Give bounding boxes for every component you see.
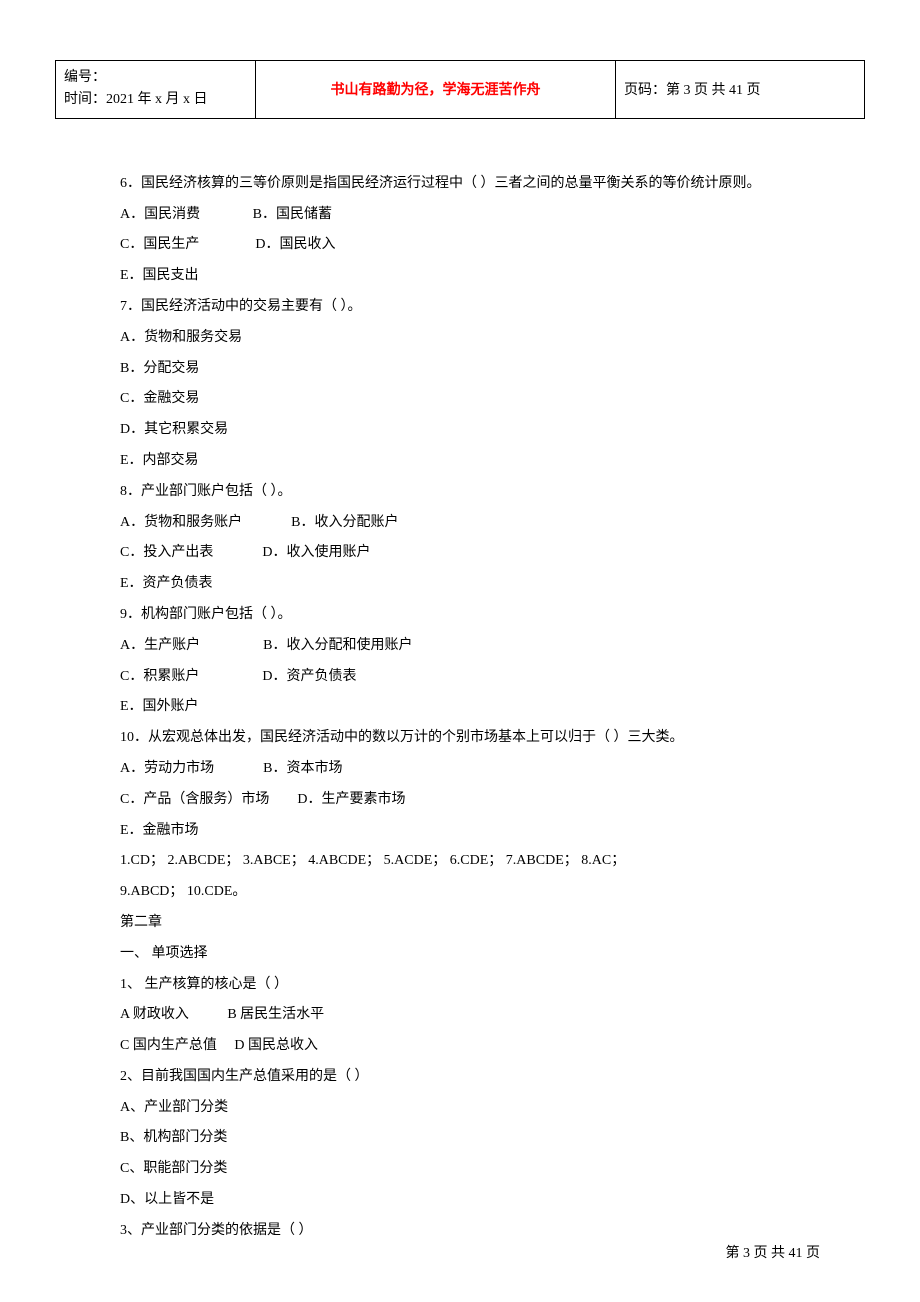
c2q2-option-b: B、机构部门分类 xyxy=(120,1123,845,1154)
q6-stem: 6．国民经济核算的三等价原则是指国民经济运行过程中（ ）三者之间的总量平衡关系的… xyxy=(120,169,845,200)
q6-option-d: D．国民收入 xyxy=(255,237,335,252)
q7-stem: 7．国民经济活动中的交易主要有（ ）。 xyxy=(120,292,845,323)
header-table: 编号： 时间：2021 年 x 月 x 日 书山有路勤为径，学海无涯苦作舟 页码… xyxy=(55,60,865,119)
q9-stem: 9．机构部门账户包括（ ）。 xyxy=(120,600,845,631)
c2q1-stem: 1、 生产核算的核心是（ ） xyxy=(120,970,845,1001)
q10-options-cd: C．产品（含服务）市场 D．生产要素市场 xyxy=(120,785,845,816)
c2q2-stem: 2、目前我国国内生产总值采用的是（ ） xyxy=(120,1062,845,1093)
q7-option-a: A．货物和服务交易 xyxy=(120,323,845,354)
q10-option-e: E．金融市场 xyxy=(120,816,845,847)
section1-title: 一、 单项选择 xyxy=(120,939,845,970)
q10-stem: 10．从宏观总体出发，国民经济活动中的数以万计的个别市场基本上可以归于（ ）三大… xyxy=(120,723,845,754)
q9-option-e: E．国外账户 xyxy=(120,692,845,723)
c2q1-options-cd: C 国内生产总值 D 国民总收入 xyxy=(120,1031,845,1062)
q8-option-d: D．收入使用账户 xyxy=(262,545,370,560)
c2q1-option-b: B 居民生活水平 xyxy=(227,1007,324,1022)
q6-option-a: A．国民消费 xyxy=(120,207,200,222)
q8-options-cd: C．投入产出表 D．收入使用账户 xyxy=(120,538,845,569)
q9-option-c: C．积累账户 xyxy=(120,669,199,684)
q10-option-a: A．劳动力市场 xyxy=(120,761,214,776)
q9-option-d: D．资产负债表 xyxy=(262,669,356,684)
q6-option-b: B．国民储蓄 xyxy=(253,207,332,222)
q10-option-d: D．生产要素市场 xyxy=(297,792,405,807)
c2q2-option-d: D、以上皆不是 xyxy=(120,1185,845,1216)
q9-options-ab: A．生产账户 B．收入分配和使用账户 xyxy=(120,631,845,662)
q9-options-cd: C．积累账户 D．资产负债表 xyxy=(120,662,845,693)
q8-options-ab: A．货物和服务账户 B．收入分配账户 xyxy=(120,508,845,539)
answers-line1: 1.CD； 2.ABCDE； 3.ABCE； 4.ABCDE； 5.ACDE； … xyxy=(120,846,845,877)
header-center-cell: 书山有路勤为径，学海无涯苦作舟 xyxy=(256,61,616,119)
q6-options-cd: C．国民生产 D．国民收入 xyxy=(120,230,845,261)
c2q1-option-d: D 国民总收入 xyxy=(234,1038,318,1053)
document-page: 编号： 时间：2021 年 x 月 x 日 书山有路勤为径，学海无涯苦作舟 页码… xyxy=(0,0,920,1302)
q9-option-b: B．收入分配和使用账户 xyxy=(263,638,412,653)
page-footer: 第 3 页 共 41 页 xyxy=(726,1242,821,1262)
q10-options-ab: A．劳动力市场 B．资本市场 xyxy=(120,754,845,785)
q8-stem: 8．产业部门账户包括（ ）。 xyxy=(120,477,845,508)
answers-line2: 9.ABCD； 10.CDE。 xyxy=(120,877,845,908)
q7-option-c: C．金融交易 xyxy=(120,384,845,415)
q7-option-d: D．其它积累交易 xyxy=(120,415,845,446)
c2q1-option-a: A 财政收入 xyxy=(120,1007,189,1022)
q6-options-ab: A．国民消费 B．国民储蓄 xyxy=(120,200,845,231)
c2q2-option-c: C、职能部门分类 xyxy=(120,1154,845,1185)
q6-option-e: E．国民支出 xyxy=(120,261,845,292)
q9-option-a: A．生产账户 xyxy=(120,638,200,653)
c2q2-option-a: A、产业部门分类 xyxy=(120,1093,845,1124)
q7-option-b: B．分配交易 xyxy=(120,354,845,385)
q8-option-a: A．货物和服务账户 xyxy=(120,515,242,530)
header-date-label: 时间：2021 年 x 月 x 日 xyxy=(64,89,247,111)
q7-option-e: E．内部交易 xyxy=(120,446,845,477)
q8-option-c: C．投入产出表 xyxy=(120,545,213,560)
chapter2-title: 第二章 xyxy=(120,908,845,939)
q6-option-c: C．国民生产 xyxy=(120,237,199,252)
header-left-cell: 编号： 时间：2021 年 x 月 x 日 xyxy=(56,61,256,119)
q10-option-b: B．资本市场 xyxy=(263,761,342,776)
q8-option-b: B．收入分配账户 xyxy=(291,515,398,530)
c2q1-option-c: C 国内生产总值 xyxy=(120,1038,217,1053)
q8-option-e: E．资产负债表 xyxy=(120,569,845,600)
header-id-label: 编号： xyxy=(64,67,247,89)
header-right-cell: 页码：第 3 页 共 41 页 xyxy=(616,61,865,119)
q10-option-c: C．产品（含服务）市场 xyxy=(120,792,269,807)
document-content: 6．国民经济核算的三等价原则是指国民经济运行过程中（ ）三者之间的总量平衡关系的… xyxy=(55,169,865,1247)
c2q1-options-ab: A 财政收入 B 居民生活水平 xyxy=(120,1000,845,1031)
